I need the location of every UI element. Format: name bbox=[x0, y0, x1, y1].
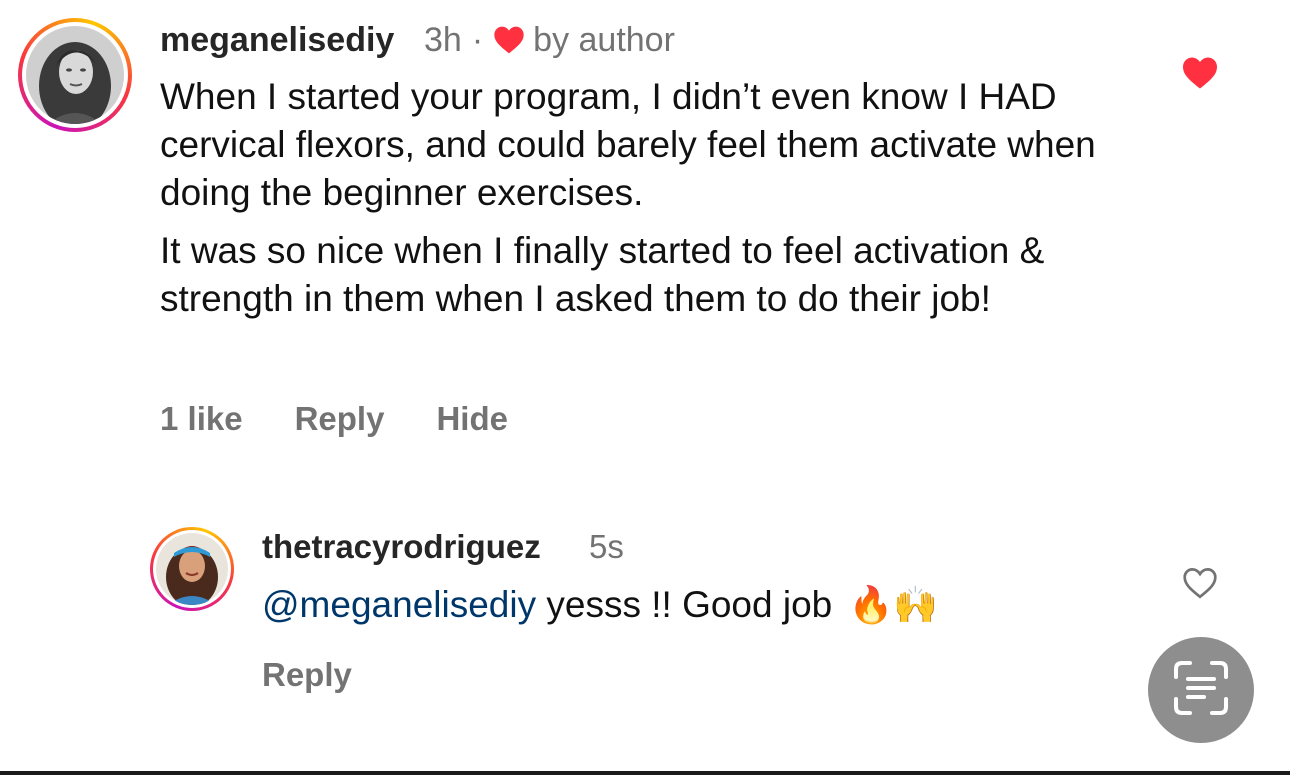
liked-by-author-label: by author bbox=[533, 20, 675, 59]
comment-paragraph-2: It was so nice when I finally started to… bbox=[160, 230, 1045, 319]
avatar-photo bbox=[156, 533, 228, 605]
reply-body: @meganelisediy yesss !! Good job 🔥🙌 bbox=[262, 581, 1112, 630]
reply-like-button[interactable] bbox=[1182, 566, 1218, 605]
avatar-thetracyrodriguez[interactable] bbox=[150, 527, 234, 611]
bottom-divider bbox=[0, 771, 1290, 775]
comment-like-button[interactable] bbox=[1181, 56, 1219, 95]
reply-button[interactable]: Reply bbox=[295, 398, 385, 440]
text-scan-icon bbox=[1172, 659, 1230, 722]
comment-time: 3h bbox=[424, 20, 462, 59]
comment-actions: 1 like Reply Hide bbox=[160, 398, 508, 440]
comments-screen: meganelisediy 3h · by author When I star… bbox=[0, 0, 1290, 775]
comment-body: When I started your program, I didn’t ev… bbox=[160, 73, 1140, 333]
meta-separator: · bbox=[471, 20, 484, 59]
comment-meta: 3h · by author bbox=[424, 19, 675, 61]
comment-paragraph-1: When I started your program, I didn’t ev… bbox=[160, 76, 1096, 213]
heart-outline-icon bbox=[1182, 567, 1218, 604]
heart-filled-icon bbox=[493, 25, 525, 55]
likes-count-link[interactable]: 1 like bbox=[160, 398, 243, 440]
avatar-photo bbox=[26, 26, 124, 124]
text-scan-button[interactable] bbox=[1148, 637, 1254, 743]
reply-time: 5s bbox=[589, 528, 624, 565]
comment-username[interactable]: meganelisediy bbox=[160, 19, 394, 61]
reply-actions: Reply bbox=[262, 654, 352, 696]
reply-reply-button[interactable]: Reply bbox=[262, 654, 352, 696]
hide-button[interactable]: Hide bbox=[436, 398, 508, 440]
reply-text: yesss !! Good job bbox=[536, 584, 833, 625]
mention-link[interactable]: @meganelisediy bbox=[262, 584, 536, 625]
fire-raising-hands-emoji: 🔥🙌 bbox=[848, 585, 939, 626]
reply-username[interactable]: thetracyrodriguez bbox=[262, 526, 541, 568]
avatar-meganelisediy[interactable] bbox=[18, 18, 132, 132]
heart-filled-icon bbox=[1181, 57, 1219, 94]
